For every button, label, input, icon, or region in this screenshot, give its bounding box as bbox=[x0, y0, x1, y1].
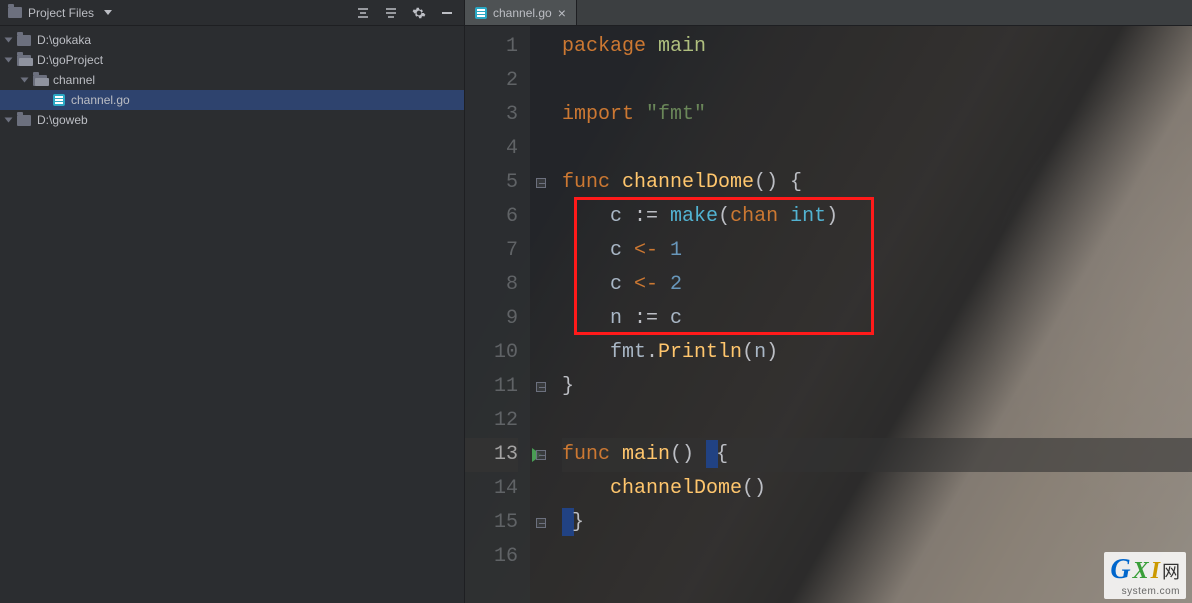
line-number[interactable]: 13 bbox=[465, 438, 518, 472]
gutter-icons[interactable] bbox=[530, 26, 552, 603]
line-number[interactable]: 12 bbox=[465, 404, 518, 438]
code-line[interactable] bbox=[562, 132, 1192, 166]
go-file-icon bbox=[475, 7, 487, 19]
chevron-icon[interactable] bbox=[5, 58, 13, 63]
code-line[interactable]: } bbox=[562, 506, 1192, 540]
project-sidebar: Project Files D:\gokaka D:\goProject chann… bbox=[0, 0, 465, 603]
line-number[interactable]: 16 bbox=[465, 540, 518, 574]
tree-item-label: channel bbox=[53, 73, 95, 87]
collapse-all-icon[interactable] bbox=[354, 4, 372, 22]
line-number[interactable]: 14 bbox=[465, 472, 518, 506]
fold-icon[interactable] bbox=[536, 382, 546, 392]
editor-tabs: channel.go × bbox=[465, 0, 1192, 26]
line-number[interactable]: 11 bbox=[465, 370, 518, 404]
go-file-icon bbox=[53, 94, 65, 106]
chevron-icon[interactable] bbox=[5, 38, 13, 43]
watermark-suffix: 网 bbox=[1162, 558, 1180, 584]
line-number[interactable]: 6 bbox=[465, 200, 518, 234]
code-line[interactable]: fmt.Println(n) bbox=[562, 336, 1192, 370]
code-content[interactable]: package main import "fmt" func channelDome… bbox=[552, 26, 1192, 603]
tree-item-label: D:\goweb bbox=[37, 113, 88, 127]
line-gutter[interactable]: 12345678910111213141516 bbox=[465, 26, 530, 603]
tree-file[interactable]: channel.go bbox=[0, 90, 464, 110]
tree-folder[interactable]: D:\goProject bbox=[0, 50, 464, 70]
line-number[interactable]: 7 bbox=[465, 234, 518, 268]
code-line[interactable]: func main() { bbox=[562, 438, 1192, 472]
code-line[interactable] bbox=[562, 540, 1192, 574]
line-number[interactable]: 1 bbox=[465, 30, 518, 64]
line-number[interactable]: 4 bbox=[465, 132, 518, 166]
sidebar-toolbar: Project Files bbox=[0, 0, 464, 26]
watermark-g: G bbox=[1110, 554, 1130, 586]
folder-icon bbox=[17, 35, 31, 46]
close-icon[interactable]: × bbox=[558, 5, 566, 21]
watermark: G X I 网 system.com bbox=[1104, 552, 1186, 599]
line-number[interactable]: 5 bbox=[465, 166, 518, 200]
folder-icon bbox=[33, 75, 47, 86]
code-line[interactable]: import "fmt" bbox=[562, 98, 1192, 132]
code-line[interactable]: func channelDome() { bbox=[562, 166, 1192, 200]
tree-folder[interactable]: D:\gokaka bbox=[0, 30, 464, 50]
code-line[interactable] bbox=[562, 404, 1192, 438]
folder-icon bbox=[8, 7, 22, 18]
tree-folder[interactable]: D:\goweb bbox=[0, 110, 464, 130]
tree-item-label: channel.go bbox=[71, 93, 130, 107]
expand-all-icon[interactable] bbox=[382, 4, 400, 22]
watermark-sub: system.com bbox=[1122, 586, 1180, 597]
tree-item-label: D:\gokaka bbox=[37, 33, 91, 47]
code-line[interactable]: package main bbox=[562, 30, 1192, 64]
line-number[interactable]: 2 bbox=[465, 64, 518, 98]
line-number[interactable]: 3 bbox=[465, 98, 518, 132]
watermark-i: I bbox=[1151, 558, 1160, 585]
chevron-down-icon bbox=[104, 10, 112, 15]
code-line[interactable]: } bbox=[562, 370, 1192, 404]
hide-icon[interactable] bbox=[438, 4, 456, 22]
line-number[interactable]: 15 bbox=[465, 506, 518, 540]
tree-folder[interactable]: channel bbox=[0, 70, 464, 90]
folder-icon bbox=[17, 115, 31, 126]
fold-icon[interactable] bbox=[536, 518, 546, 528]
project-files-label: Project Files bbox=[28, 6, 94, 20]
code-line[interactable] bbox=[562, 64, 1192, 98]
project-tree: D:\gokaka D:\goProject channel channel.go D:… bbox=[0, 26, 464, 134]
chevron-icon[interactable] bbox=[21, 78, 29, 83]
watermark-x: X bbox=[1133, 558, 1149, 585]
folder-icon bbox=[17, 55, 31, 66]
code-editor[interactable]: 12345678910111213141516 package mainimpo… bbox=[465, 26, 1192, 603]
project-files-dropdown[interactable]: Project Files bbox=[8, 6, 112, 20]
line-number[interactable]: 10 bbox=[465, 336, 518, 370]
fold-icon[interactable] bbox=[536, 450, 546, 460]
highlight-box bbox=[574, 197, 874, 335]
editor-area: channel.go × 12345678910111213141516 pac… bbox=[465, 0, 1192, 603]
line-number[interactable]: 9 bbox=[465, 302, 518, 336]
chevron-icon[interactable] bbox=[5, 118, 13, 123]
code-line[interactable]: channelDome() bbox=[562, 472, 1192, 506]
tab-label: channel.go bbox=[493, 6, 552, 20]
tree-item-label: D:\goProject bbox=[37, 53, 103, 67]
tab-channel-go[interactable]: channel.go × bbox=[465, 0, 577, 25]
line-number[interactable]: 8 bbox=[465, 268, 518, 302]
fold-icon[interactable] bbox=[536, 178, 546, 188]
gear-icon[interactable] bbox=[410, 4, 428, 22]
